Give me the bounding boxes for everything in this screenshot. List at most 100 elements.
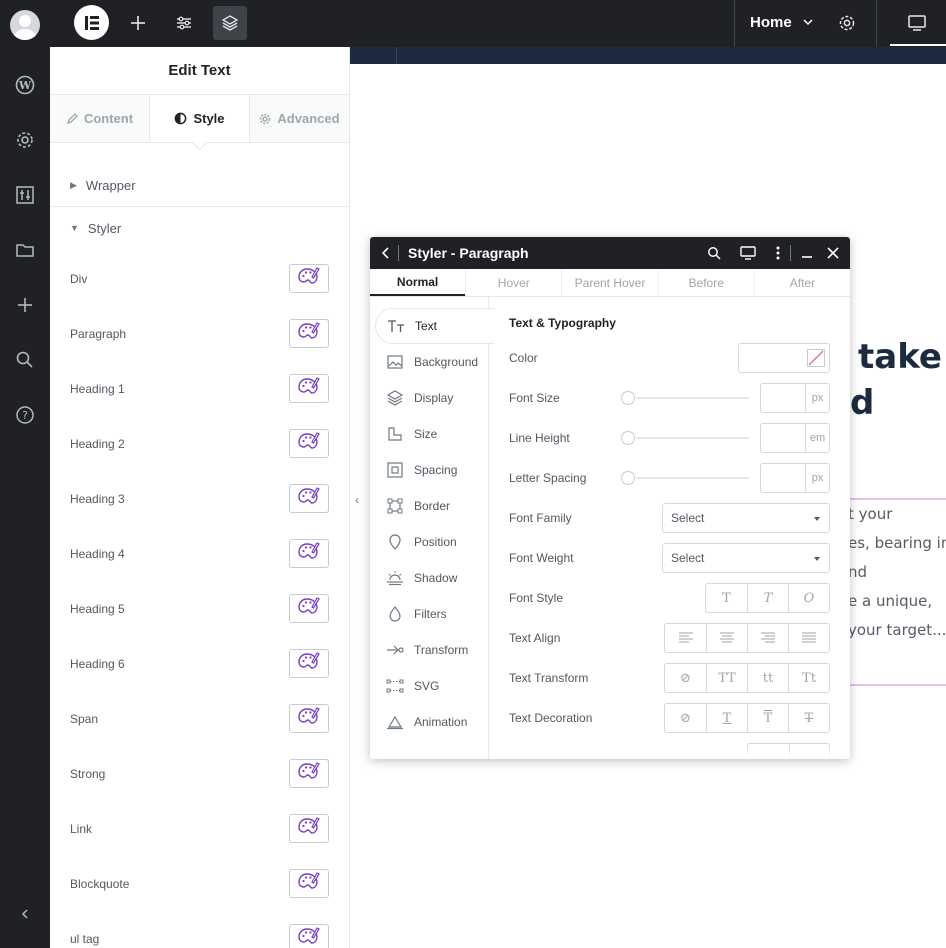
font-weight-select[interactable]: Select: [662, 543, 830, 573]
align-left-icon[interactable]: [665, 624, 706, 652]
section-wrapper[interactable]: ▶ Wrapper: [50, 163, 349, 207]
layers-icon[interactable]: [213, 6, 247, 40]
user-avatar[interactable]: [10, 10, 40, 40]
align-center-icon[interactable]: [706, 624, 747, 652]
align-justify-icon[interactable]: [788, 624, 829, 652]
category-filters[interactable]: Filters: [370, 596, 488, 632]
styler-palette-button[interactable]: [289, 759, 329, 788]
letter-spacing-input[interactable]: px: [760, 463, 830, 493]
category-label: SVG: [414, 679, 440, 693]
add-element-icon[interactable]: [121, 6, 155, 40]
prop-text-align: Text Align: [509, 618, 830, 658]
font-style-normal-button[interactable]: T: [706, 584, 747, 612]
palette-brush-icon: [298, 872, 320, 895]
state-tab-before[interactable]: Before: [657, 269, 754, 296]
state-tab-normal[interactable]: Normal: [370, 269, 466, 296]
styler-palette-button[interactable]: [289, 374, 329, 403]
page-select-label[interactable]: Home: [750, 14, 792, 31]
more-options-icon[interactable]: [768, 243, 788, 263]
font-family-select[interactable]: Select: [662, 503, 830, 533]
category-position[interactable]: Position: [370, 524, 488, 560]
tab-content[interactable]: Content: [50, 95, 149, 142]
styler-palette-button[interactable]: [289, 704, 329, 733]
sliders-icon[interactable]: [13, 183, 37, 207]
styler-palette-button[interactable]: [289, 869, 329, 898]
font-style-label: Font Style: [509, 591, 564, 605]
add-icon[interactable]: [13, 293, 37, 317]
category-transform[interactable]: Transform: [370, 632, 488, 668]
tab-advanced[interactable]: Advanced: [250, 95, 349, 142]
section-styler[interactable]: ▼ Styler: [50, 207, 349, 249]
category-spacing[interactable]: Spacing: [370, 452, 488, 488]
slider-handle[interactable]: [621, 471, 635, 485]
help-icon[interactable]: ?: [13, 403, 37, 427]
elementor-logo[interactable]: [74, 5, 109, 40]
line-height-unit[interactable]: em: [805, 424, 829, 452]
shadow-icon: [386, 569, 404, 587]
tab-style[interactable]: Style: [149, 95, 250, 142]
slider-handle[interactable]: [621, 391, 635, 405]
minimize-icon[interactable]: [797, 243, 817, 263]
site-settings-icon[interactable]: [167, 6, 201, 40]
state-tab-hover[interactable]: Hover: [465, 269, 561, 296]
slider-handle[interactable]: [621, 431, 635, 445]
font-style-italic-button[interactable]: T: [747, 584, 788, 612]
styler-palette-button[interactable]: [289, 429, 329, 458]
close-icon[interactable]: [823, 243, 843, 263]
category-size[interactable]: Size: [370, 416, 488, 452]
styler-item: Heading 6: [50, 636, 349, 691]
category-label: Spacing: [414, 463, 458, 477]
styler-palette-button[interactable]: [289, 924, 329, 948]
category-shadow[interactable]: Shadow: [370, 560, 488, 596]
styler-palette-button[interactable]: [289, 539, 329, 568]
back-arrow-icon[interactable]: [376, 243, 396, 263]
desktop-view-icon[interactable]: [900, 6, 934, 40]
state-tab-parent-hover[interactable]: Parent Hover: [561, 269, 657, 296]
font-size-unit[interactable]: px: [805, 384, 829, 412]
font-size-input[interactable]: px: [760, 383, 830, 413]
transform-capitalize-button[interactable]: Tt: [788, 664, 829, 692]
category-background[interactable]: Background: [370, 344, 488, 380]
font-size-slider[interactable]: [621, 391, 749, 405]
responsive-desktop-icon[interactable]: [738, 243, 758, 263]
decoration-overline-button[interactable]: T: [747, 704, 788, 732]
decoration-none-button[interactable]: ⊘: [665, 704, 706, 732]
layers-icon: [386, 389, 404, 407]
styler-palette-button[interactable]: [289, 484, 329, 513]
state-tab-after[interactable]: After: [753, 269, 850, 296]
panel-collapse-chevron-icon[interactable]: ‹: [350, 490, 364, 510]
styler-item-label: Heading 3: [70, 491, 125, 506]
search-icon[interactable]: [13, 348, 37, 372]
transform-lowercase-button[interactable]: tt: [747, 664, 788, 692]
styler-palette-button[interactable]: [289, 319, 329, 348]
palette-brush-icon: [298, 927, 320, 948]
settings-gear-icon[interactable]: [13, 128, 37, 152]
font-style-oblique-button[interactable]: O: [788, 584, 829, 612]
page-settings-gear-icon[interactable]: [830, 6, 864, 40]
search-icon[interactable]: [704, 243, 724, 263]
styler-palette-button[interactable]: [289, 814, 329, 843]
category-svg[interactable]: SVG: [370, 668, 488, 704]
styler-palette-button[interactable]: [289, 594, 329, 623]
prop-line-height: Line Height em: [509, 418, 830, 458]
styler-palette-button[interactable]: [289, 264, 329, 293]
decoration-underline-button[interactable]: T: [706, 704, 747, 732]
chevron-down-icon[interactable]: [802, 16, 814, 28]
color-picker[interactable]: [738, 343, 830, 373]
line-height-input[interactable]: em: [760, 423, 830, 453]
line-height-slider[interactable]: [621, 431, 749, 445]
align-right-icon[interactable]: [747, 624, 788, 652]
transform-none-button[interactable]: ⊘: [665, 664, 706, 692]
letter-spacing-unit[interactable]: px: [805, 464, 829, 492]
collapse-rail-icon[interactable]: [13, 902, 37, 926]
category-animation[interactable]: Animation: [370, 704, 488, 740]
wordpress-icon[interactable]: W: [13, 73, 37, 97]
category-text[interactable]: Text: [375, 308, 494, 344]
styler-palette-button[interactable]: [289, 649, 329, 678]
category-display[interactable]: Display: [370, 380, 488, 416]
folder-icon[interactable]: [13, 238, 37, 262]
decoration-strikethrough-button[interactable]: T: [788, 704, 829, 732]
transform-uppercase-button[interactable]: TT: [706, 664, 747, 692]
category-border[interactable]: Border: [370, 488, 488, 524]
letter-spacing-slider[interactable]: [621, 471, 749, 485]
